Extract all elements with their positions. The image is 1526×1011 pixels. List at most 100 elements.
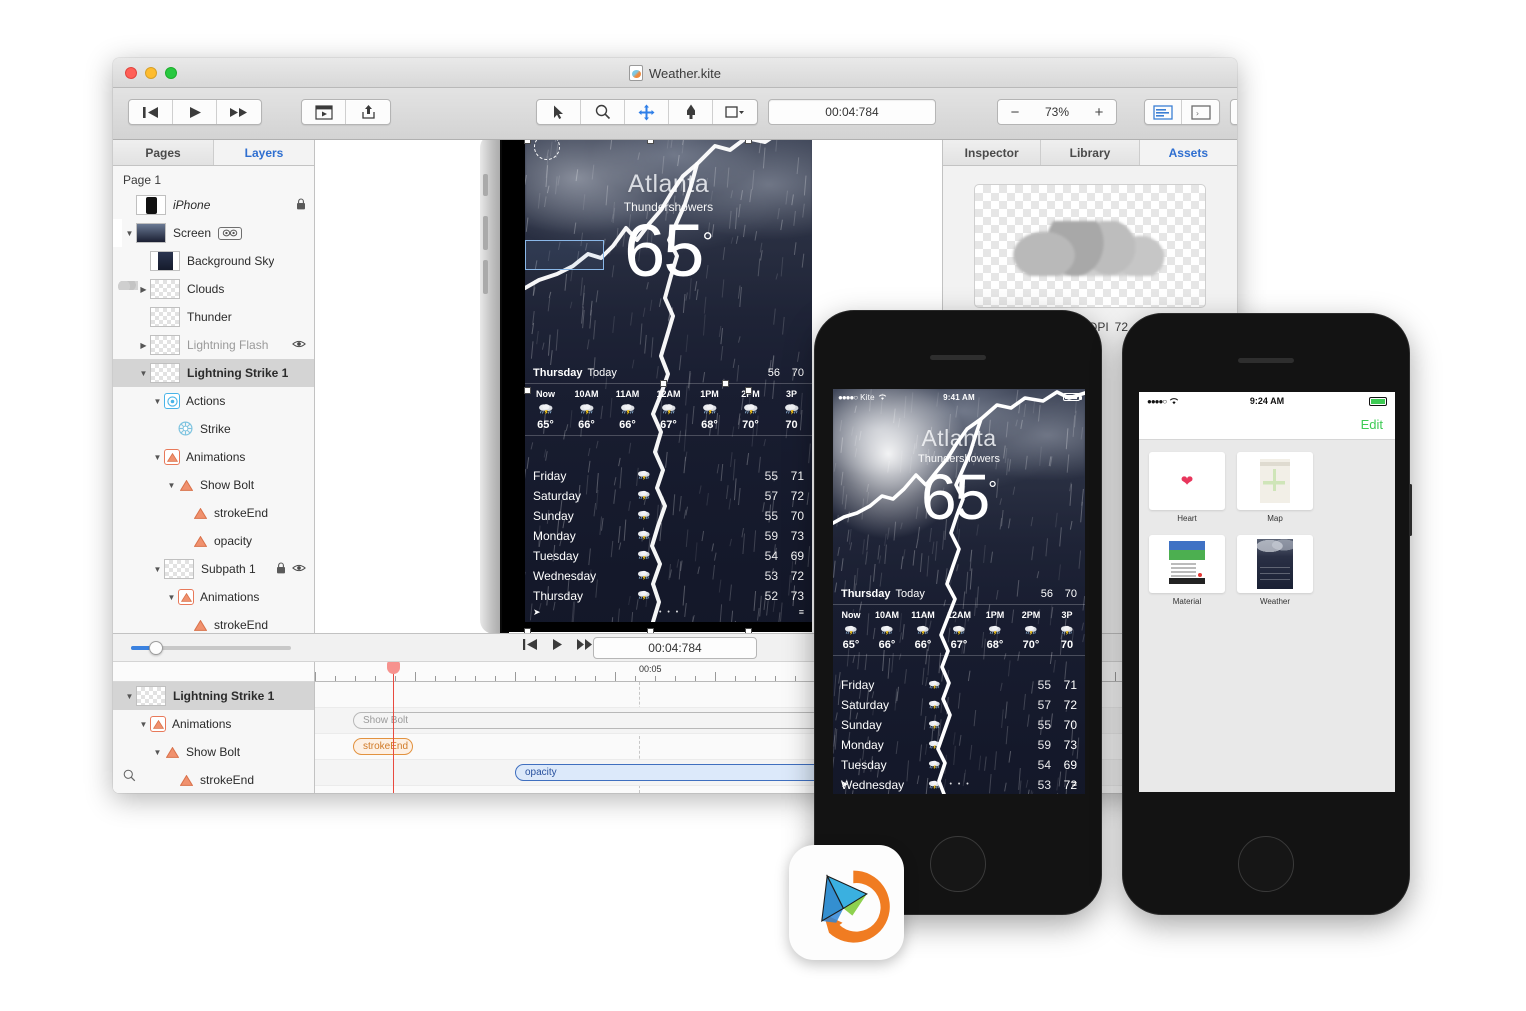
kite-app-icon[interactable] xyxy=(789,845,904,960)
layer-row-lightning-flash[interactable]: ▶ Lightning Flash xyxy=(113,331,314,359)
timeline-zoom-slider[interactable] xyxy=(131,646,291,650)
iphone-mockup-weather[interactable]: ●●●●○ Kite 9:41 AM Atlanta Thundershower… xyxy=(814,310,1102,915)
daily-forecast-row[interactable]: Friday 55 71 xyxy=(841,675,1077,695)
lock-icon[interactable] xyxy=(276,562,286,577)
layer-row-animations[interactable]: ▼ Animations xyxy=(113,443,314,471)
zoom-out-button[interactable]: − xyxy=(998,104,1032,121)
gallery-grid[interactable]: ❤ Heart Map Material Weather xyxy=(1139,440,1395,618)
toggle-left-sidebar-icon[interactable] xyxy=(1231,100,1237,124)
layer-row-animations[interactable]: ▼ Animations xyxy=(113,583,314,611)
layer-row-strike[interactable]: Strike xyxy=(113,415,314,443)
disclosure-triangle[interactable]: ▼ xyxy=(123,229,136,238)
layer-row-strokeend[interactable]: strokeEnd xyxy=(113,499,314,527)
iphone-mockup-gallery[interactable]: ●●●●○ 9:24 AM Edit ❤ Heart Map Material Weat… xyxy=(1122,313,1410,915)
timecode-field[interactable]: 00:04:784 xyxy=(768,99,936,125)
subpath-handle-b[interactable] xyxy=(722,380,729,387)
selection-handle-top-right[interactable] xyxy=(745,140,752,144)
gallery-item-map[interactable]: Map xyxy=(1237,452,1313,523)
timeline-zoom-knob[interactable] xyxy=(149,641,163,655)
disclosure-triangle[interactable]: ▶ xyxy=(137,341,150,350)
daily-forecast-row[interactable]: Saturday 57 72 xyxy=(841,695,1077,715)
timeline-fast-forward-button[interactable] xyxy=(577,637,594,655)
play-button[interactable] xyxy=(173,100,217,124)
layer-row-clouds[interactable]: ▶ Clouds xyxy=(113,275,314,303)
layer-tree[interactable]: Page 1 iPhone ▼ Screen Background Sky ▶ Cloud… xyxy=(113,166,314,711)
layer-row-subpath-1[interactable]: ▼ Subpath 1 xyxy=(113,555,314,583)
zoom-magnifier-icon[interactable] xyxy=(581,100,625,124)
gallery-item-heart[interactable]: ❤ Heart xyxy=(1149,452,1225,523)
tab-inspector[interactable]: Inspector xyxy=(943,140,1041,165)
daily-forecast-row[interactable]: Tuesday 54 69 xyxy=(841,755,1077,775)
gallery-card[interactable] xyxy=(1149,535,1225,593)
disclosure-triangle[interactable]: ▼ xyxy=(123,692,136,701)
gallery-card[interactable] xyxy=(1237,535,1313,593)
disclosure-triangle[interactable]: ▼ xyxy=(137,369,150,378)
phone2-home-button[interactable] xyxy=(930,836,986,892)
gallery-item-weather[interactable]: Weather xyxy=(1237,535,1313,606)
hourly-forecast[interactable]: Now 10AM 11AM 12AM 1PM 2PM 3P 65° 66° 66° 67° 68° 70… xyxy=(525,384,812,436)
daily-forecast-row[interactable]: Friday 55 71 xyxy=(533,466,804,486)
layer-row-iphone[interactable]: iPhone xyxy=(113,191,314,219)
lock-icon[interactable] xyxy=(296,198,306,213)
timeline-go-to-start-button[interactable] xyxy=(523,637,538,655)
disclosure-triangle[interactable]: ▼ xyxy=(151,565,164,574)
shape-tool-icon[interactable] xyxy=(713,100,757,124)
timeline-row-strokeend[interactable]: strokeEnd xyxy=(113,766,314,793)
phone2-screen[interactable]: ●●●●○ Kite 9:41 AM Atlanta Thundershower… xyxy=(833,389,1085,794)
gallery-card[interactable]: ❤ xyxy=(1149,452,1225,510)
phone2-locate-icon[interactable]: ➤ xyxy=(841,779,849,790)
tab-library[interactable]: Library xyxy=(1041,140,1139,165)
timeline-play-button[interactable] xyxy=(552,637,563,655)
list-menu-icon[interactable]: ≡ xyxy=(799,607,804,617)
layer-row-opacity[interactable]: opacity xyxy=(113,527,314,555)
timeline-timecode-field[interactable]: 00:04:784 xyxy=(593,637,757,659)
disclosure-triangle[interactable]: ▼ xyxy=(137,720,150,729)
layer-row-screen[interactable]: ▼ Screen xyxy=(113,219,314,247)
timeline-playhead[interactable] xyxy=(393,662,394,793)
layer-row-thunder[interactable]: Thunder xyxy=(113,303,314,331)
edit-button[interactable]: Edit xyxy=(1361,417,1383,432)
disclosure-triangle[interactable]: ▼ xyxy=(151,453,164,462)
selection-handle-top-left[interactable] xyxy=(524,140,531,144)
selection-handle-mid-left[interactable] xyxy=(524,387,531,394)
timeline-clip-strokeend[interactable]: strokeEnd xyxy=(353,738,413,755)
disclosure-triangle[interactable]: ▼ xyxy=(165,481,178,490)
fast-forward-button[interactable] xyxy=(217,100,261,124)
preview-window-icon[interactable] xyxy=(302,100,346,124)
daily-forecast-row[interactable]: Sunday 55 70 xyxy=(533,506,804,526)
phone3-screen[interactable]: ●●●●○ 9:24 AM Edit ❤ Heart Map Material Weat… xyxy=(1139,392,1395,792)
timeline-row-animations[interactable]: ▼ Animations xyxy=(113,710,314,738)
selection-handle-mid-right[interactable] xyxy=(745,387,752,394)
layer-row-background-sky[interactable]: Background Sky xyxy=(113,247,314,275)
layer-row-show-bolt[interactable]: ▼ Show Bolt xyxy=(113,471,314,499)
daily-forecast-row[interactable]: Thursday 52 73 xyxy=(533,586,804,606)
daily-forecast-row[interactable]: Monday 59 73 xyxy=(533,526,804,546)
gallery-card[interactable] xyxy=(1237,452,1313,510)
subpath-handle-a[interactable] xyxy=(660,380,667,387)
locate-icon[interactable]: ➤ xyxy=(533,607,541,618)
disclosure-triangle[interactable]: ▼ xyxy=(151,397,164,406)
zoom-in-button[interactable]: + xyxy=(1082,104,1116,121)
pen-tool-icon[interactable] xyxy=(669,100,713,124)
daily-forecast-row[interactable]: Tuesday 54 69 xyxy=(533,546,804,566)
code-panel-icon[interactable]: › xyxy=(1182,100,1219,124)
canvas-iphone-artboard[interactable]: ●●●●○ Kite 9:41 AM Atlanta Thundershower… xyxy=(480,140,810,633)
go-to-start-button[interactable] xyxy=(129,100,173,124)
timeline-track-names[interactable]: ▼ Lightning Strike 1 ▼ Animations ▼ Show Bolt… xyxy=(113,662,315,793)
gallery-item-material[interactable]: Material xyxy=(1149,535,1225,606)
layer-row-actions[interactable]: ▼ Actions xyxy=(113,387,314,415)
disclosure-triangle[interactable]: ▼ xyxy=(165,593,178,602)
selection-handle-top-center[interactable] xyxy=(647,140,654,144)
subpath-selection-box[interactable] xyxy=(525,240,604,270)
daily-forecast[interactable]: Friday 55 71 Saturday 57 72 Sunday 55 70 Monday 59… xyxy=(525,462,812,606)
daily-forecast-row[interactable]: Saturday 57 72 xyxy=(533,486,804,506)
disclosure-triangle[interactable]: ▶ xyxy=(137,285,150,294)
tab-assets[interactable]: Assets xyxy=(1140,140,1237,165)
daily-forecast-row[interactable]: Sunday 55 70 xyxy=(841,715,1077,735)
canvas-weather-screen[interactable]: ●●●●○ Kite 9:41 AM Atlanta Thundershower… xyxy=(525,140,812,622)
tab-layers[interactable]: Layers xyxy=(214,140,314,165)
daily-forecast-row[interactable]: Wednesday 53 72 xyxy=(533,566,804,586)
layer-row-lightning-strike-1[interactable]: ▼ Lightning Strike 1 xyxy=(113,359,314,387)
phone2-list-menu-icon[interactable]: ≡ xyxy=(1072,779,1077,789)
move-tool-icon[interactable] xyxy=(625,100,669,124)
